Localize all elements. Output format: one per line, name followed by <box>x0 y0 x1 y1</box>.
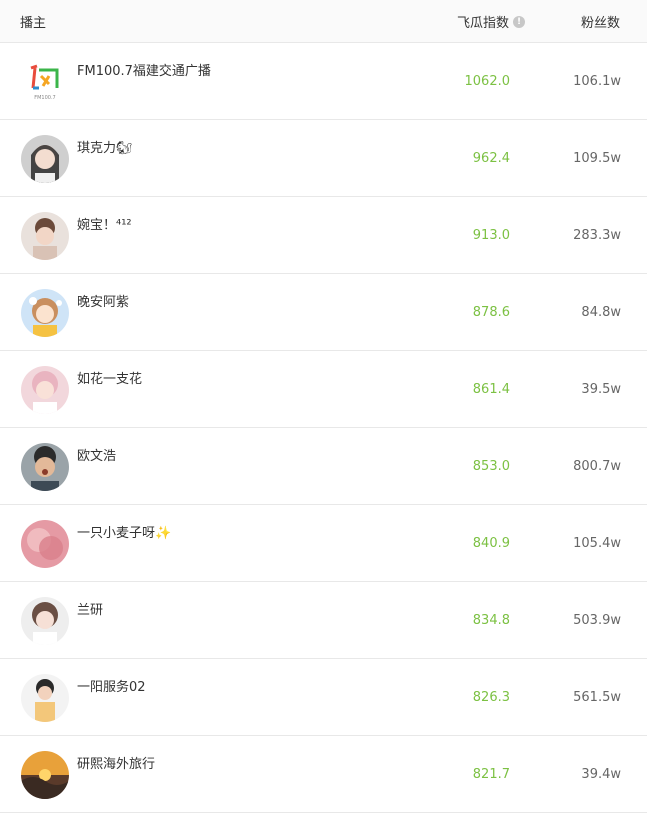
column-header-index-label[interactable]: 飞瓜指数 <box>457 12 509 31</box>
ranking-table: 播主 飞瓜指数 ! 粉丝数 FM100.7 FM100.7福建交通广播 1062… <box>0 0 647 813</box>
avatar[interactable] <box>21 135 69 183</box>
table-row[interactable]: 琪克力🐿 962.4 109.5w <box>0 120 647 197</box>
fans-count: 106.1w <box>573 74 621 89</box>
column-header-index[interactable]: 飞瓜指数 ! <box>457 12 525 31</box>
feigua-index: 861.4 <box>472 382 510 397</box>
table-row[interactable]: 一阳服务02 826.3 561.5w <box>0 659 647 736</box>
fans-count: 39.5w <box>581 382 621 397</box>
host-name[interactable]: 晚安阿紫 <box>77 291 129 310</box>
table-row[interactable]: 婉宝！⁴¹² 913.0 283.3w <box>0 197 647 274</box>
fans-count: 561.5w <box>573 690 621 705</box>
host-name[interactable]: FM100.7福建交通广播 <box>77 60 211 79</box>
feigua-index: 821.7 <box>472 767 510 782</box>
host-name[interactable]: 研熙海外旅行 <box>77 753 155 772</box>
host-name[interactable]: 如花一支花 <box>77 368 142 387</box>
table-row[interactable]: 一只小麦子呀✨ 840.9 105.4w <box>0 505 647 582</box>
table-row[interactable]: 研熙海外旅行 821.7 39.4w <box>0 736 647 813</box>
table-row[interactable]: 欧文浩 853.0 800.7w <box>0 428 647 505</box>
fans-count: 39.4w <box>581 767 621 782</box>
fans-count: 84.8w <box>581 305 621 320</box>
table-row[interactable]: 如花一支花 861.4 39.5w <box>0 351 647 428</box>
feigua-index: 834.8 <box>472 613 510 628</box>
table-row[interactable]: 晚安阿紫 878.6 84.8w <box>0 274 647 351</box>
feigua-index: 840.9 <box>472 536 510 551</box>
host-name[interactable]: 琪克力🐿 <box>77 137 133 156</box>
info-icon[interactable]: ! <box>513 15 525 28</box>
fans-count: 109.5w <box>573 151 621 166</box>
host-name[interactable]: 兰研 <box>77 599 103 618</box>
table-row[interactable]: 兰研 834.8 503.9w <box>0 582 647 659</box>
feigua-index: 1062.0 <box>464 74 511 89</box>
avatar[interactable] <box>21 751 69 799</box>
fans-count: 283.3w <box>573 228 621 243</box>
column-header-host[interactable]: 播主 <box>20 12 46 31</box>
host-name[interactable]: 一阳服务02 <box>77 676 146 695</box>
feigua-index: 878.6 <box>472 305 510 320</box>
avatar[interactable] <box>21 674 69 722</box>
feigua-index: 853.0 <box>472 459 510 474</box>
avatar[interactable] <box>21 597 69 645</box>
avatar[interactable] <box>21 289 69 337</box>
avatar[interactable] <box>21 443 69 491</box>
host-name[interactable]: 一只小麦子呀✨ <box>77 522 171 541</box>
fans-count: 800.7w <box>573 459 621 474</box>
host-name[interactable]: 欧文浩 <box>77 445 116 464</box>
fans-count: 105.4w <box>573 536 621 551</box>
column-header-fans[interactable]: 粉丝数 <box>581 12 620 31</box>
logo-text: FM100.7 <box>34 95 56 101</box>
host-name[interactable]: 婉宝！⁴¹² <box>77 214 132 233</box>
avatar[interactable] <box>21 366 69 414</box>
avatar[interactable] <box>21 520 69 568</box>
avatar[interactable]: FM100.7 <box>21 58 69 106</box>
feigua-index: 913.0 <box>472 228 510 243</box>
feigua-index: 962.4 <box>472 151 510 166</box>
table-header: 播主 飞瓜指数 ! 粉丝数 <box>0 0 647 43</box>
fans-count: 503.9w <box>573 613 621 628</box>
feigua-index: 826.3 <box>472 690 510 705</box>
table-row[interactable]: FM100.7 FM100.7福建交通广播 1062.0 106.1w <box>0 43 647 120</box>
avatar[interactable] <box>21 212 69 260</box>
